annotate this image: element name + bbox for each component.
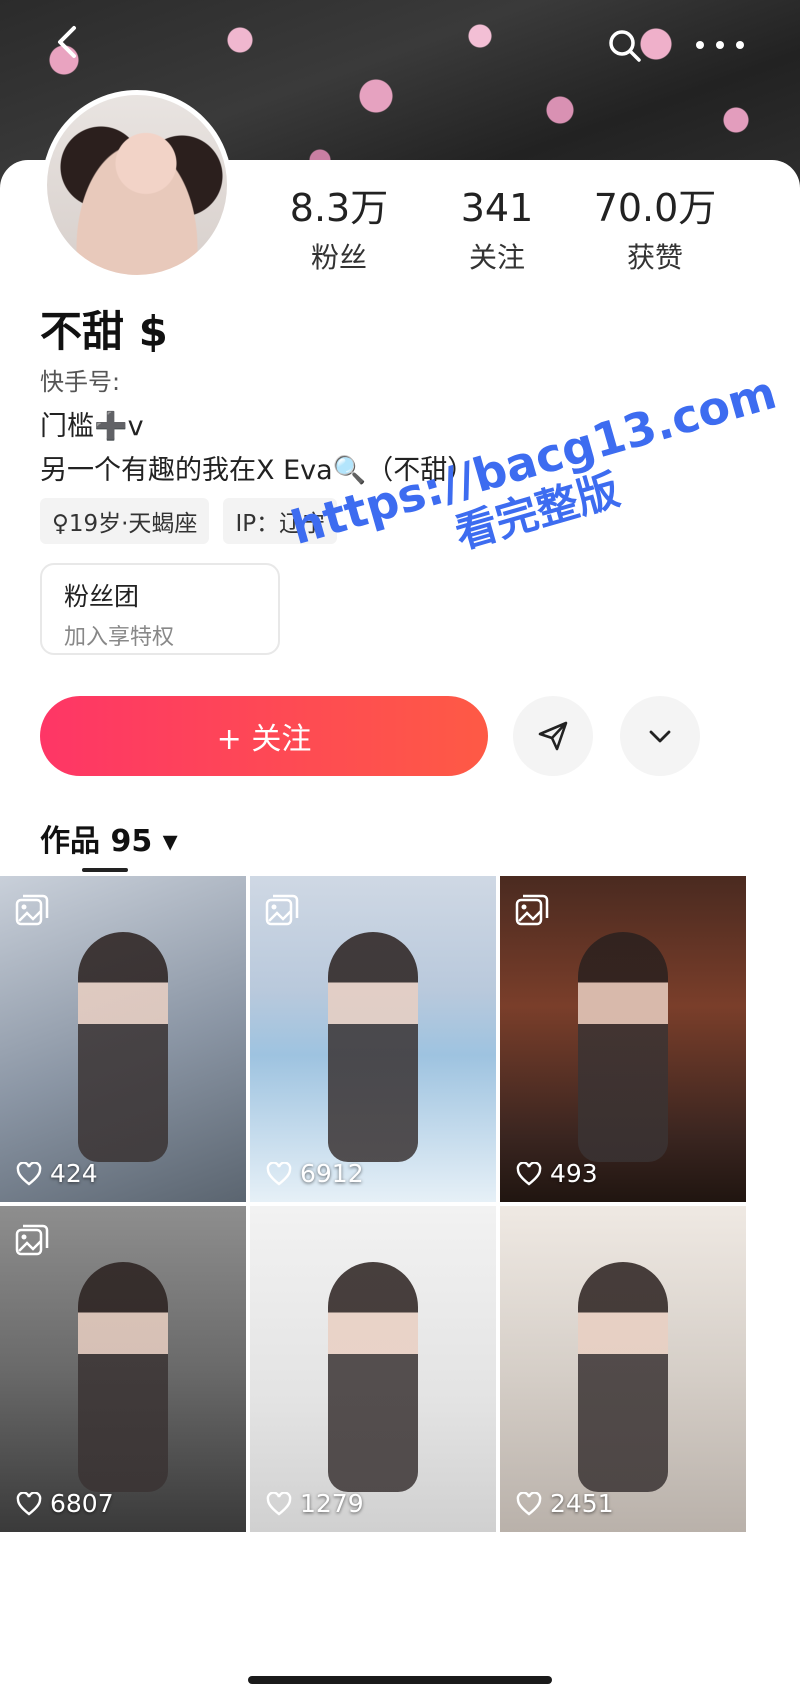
kuaishou-id-label: 快手号:	[40, 368, 121, 396]
fan-club-card[interactable]: 粉丝团 加入享特权	[40, 563, 280, 655]
heart-icon	[266, 1161, 292, 1186]
fan-club-subtitle: 加入享特权	[64, 625, 175, 650]
stat-following[interactable]: 341 关注	[418, 186, 576, 276]
post-likes-count: 6807	[50, 1489, 114, 1518]
post-tile[interactable]: 1279	[250, 1206, 496, 1532]
tab-works-indicator	[82, 868, 128, 872]
stat-value: 341	[460, 186, 534, 230]
expand-button[interactable]	[620, 696, 700, 776]
share-button[interactable]	[513, 696, 593, 776]
stat-likes[interactable]: 70.0万 获赞	[576, 186, 734, 276]
post-tile[interactable]: 493	[500, 876, 746, 1202]
heart-icon	[516, 1161, 542, 1186]
heart-icon	[16, 1491, 42, 1516]
stat-value: 8.3万	[289, 186, 389, 230]
post-likes: 1279	[266, 1489, 364, 1518]
post-likes: 6912	[266, 1159, 364, 1188]
send-icon	[538, 721, 568, 751]
profile-name: 不甜 $	[40, 307, 168, 356]
post-likes-count: 493	[550, 1159, 598, 1188]
stat-label: 获赞	[626, 241, 683, 274]
tab-works[interactable]: 作品 95 ▾	[40, 816, 178, 860]
follow-button[interactable]: + 关注	[40, 696, 488, 776]
post-thumbnail	[578, 932, 668, 1162]
avatar[interactable]	[42, 90, 232, 280]
heart-icon	[16, 1161, 42, 1186]
age-zodiac-tag: ♀19岁·天蝎座	[40, 498, 210, 544]
stat-label: 粉丝	[310, 241, 367, 274]
chevron-down-icon	[649, 730, 671, 743]
stat-value: 70.0万	[593, 186, 717, 230]
fan-club-title: 粉丝团	[64, 582, 140, 611]
stat-label: 关注	[468, 241, 525, 274]
heart-icon	[266, 1491, 292, 1516]
search-button[interactable]	[605, 26, 645, 66]
post-tile[interactable]: 424	[0, 876, 246, 1202]
gallery-icon	[515, 894, 549, 926]
more-button[interactable]	[690, 30, 750, 60]
posts-grid: 424 6912 493 6807 1279 2451	[0, 876, 800, 1532]
post-likes: 424	[16, 1159, 98, 1188]
post-likes-count: 2451	[550, 1489, 614, 1518]
chevron-left-icon	[58, 26, 76, 58]
post-likes: 493	[516, 1159, 598, 1188]
post-likes: 2451	[516, 1489, 614, 1518]
post-likes-count: 6912	[300, 1159, 364, 1188]
post-tile[interactable]: 2451	[500, 1206, 746, 1532]
heart-icon	[516, 1491, 542, 1516]
back-button[interactable]	[48, 22, 88, 62]
post-thumbnail	[78, 932, 168, 1162]
post-thumbnail	[78, 1262, 168, 1492]
post-tile[interactable]: 6807	[0, 1206, 246, 1532]
gallery-icon	[265, 894, 299, 926]
post-thumbnail	[328, 1262, 418, 1492]
post-thumbnail	[328, 932, 418, 1162]
more-dots-icon	[696, 41, 744, 49]
post-likes-count: 1279	[300, 1489, 364, 1518]
post-thumbnail	[578, 1262, 668, 1492]
search-icon	[609, 30, 641, 62]
post-tile[interactable]: 6912	[250, 876, 496, 1202]
post-likes-count: 424	[50, 1159, 98, 1188]
home-indicator[interactable]	[248, 1676, 552, 1684]
gallery-icon	[15, 1224, 49, 1256]
profile-stats: 8.3万 粉丝 341 关注 70.0万 获赞	[260, 186, 780, 276]
stat-followers[interactable]: 8.3万 粉丝	[260, 186, 418, 276]
bio-line-1: 门槛➕v	[40, 411, 144, 442]
post-likes: 6807	[16, 1489, 114, 1518]
gallery-icon	[15, 894, 49, 926]
